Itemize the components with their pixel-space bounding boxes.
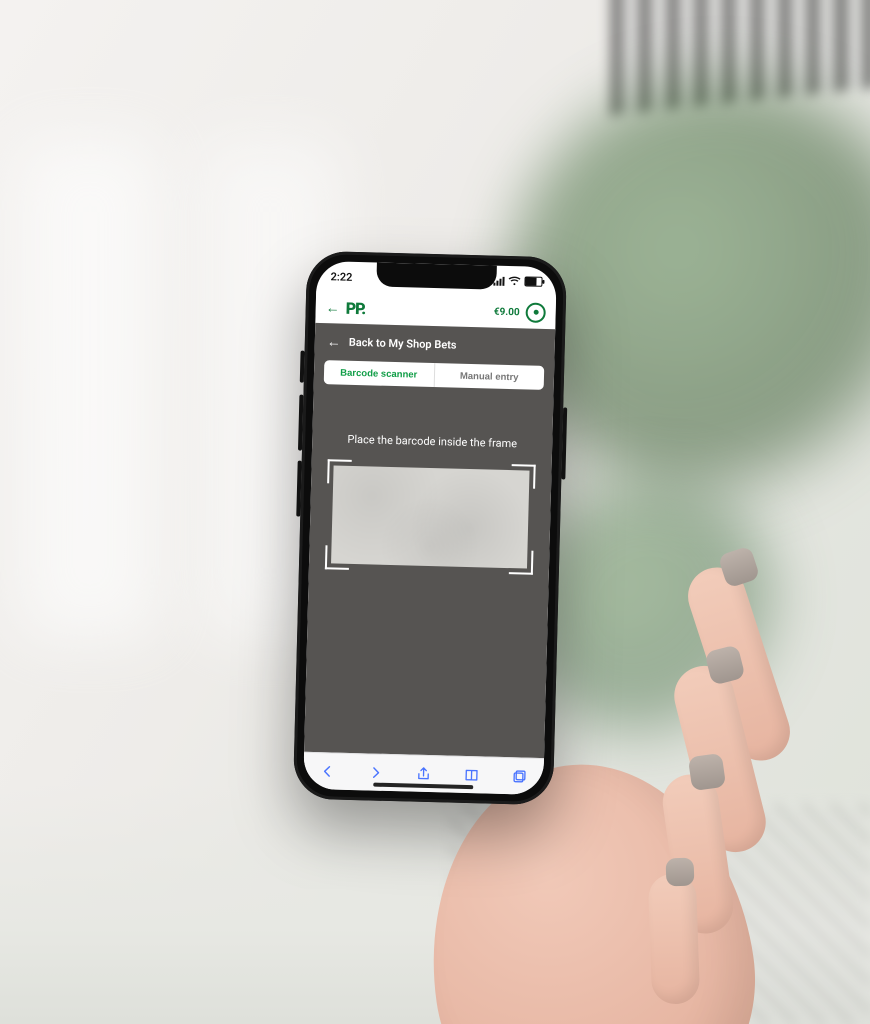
browser-bookmarks-icon[interactable]: [462, 766, 480, 784]
crumb-label: Back to My Shop Bets: [349, 336, 457, 352]
browser-forward-icon[interactable]: [366, 763, 384, 781]
browser-tabs-icon[interactable]: [510, 767, 528, 785]
status-time: 2:22: [330, 270, 352, 284]
browser-toolbar: [303, 752, 544, 795]
browser-back-icon[interactable]: [318, 762, 336, 780]
phone-device: 2:22 ← PP. €9.00: [293, 251, 567, 806]
scanner-instruction: Place the barcode inside the frame: [312, 432, 552, 451]
barcode-scan-frame: [325, 459, 536, 574]
scene-backdrop: 2:22 ← PP. €9.00: [0, 0, 870, 1024]
back-arrow-icon: ←: [327, 333, 341, 350]
tab-manual-entry[interactable]: Manual entry: [434, 363, 544, 390]
scanner-screen: ← Back to My Shop Bets Barcode scanner M…: [304, 323, 555, 759]
wifi-icon: [508, 276, 520, 286]
back-to-my-shop-bets[interactable]: ← Back to My Shop Bets: [314, 323, 555, 366]
header-back-icon[interactable]: ←: [326, 299, 340, 316]
battery-icon: [524, 276, 542, 286]
notch: [376, 263, 497, 290]
camera-viewfinder: [331, 465, 529, 568]
phone-screen: 2:22 ← PP. €9.00: [303, 261, 557, 795]
account-icon[interactable]: [525, 302, 546, 323]
browser-share-icon[interactable]: [414, 765, 432, 783]
tab-barcode-scanner[interactable]: Barcode scanner: [324, 360, 434, 387]
balance-amount[interactable]: €9.00: [494, 306, 520, 318]
brand-logo[interactable]: PP.: [345, 298, 365, 318]
mode-segmented-control: Barcode scanner Manual entry: [324, 360, 545, 390]
